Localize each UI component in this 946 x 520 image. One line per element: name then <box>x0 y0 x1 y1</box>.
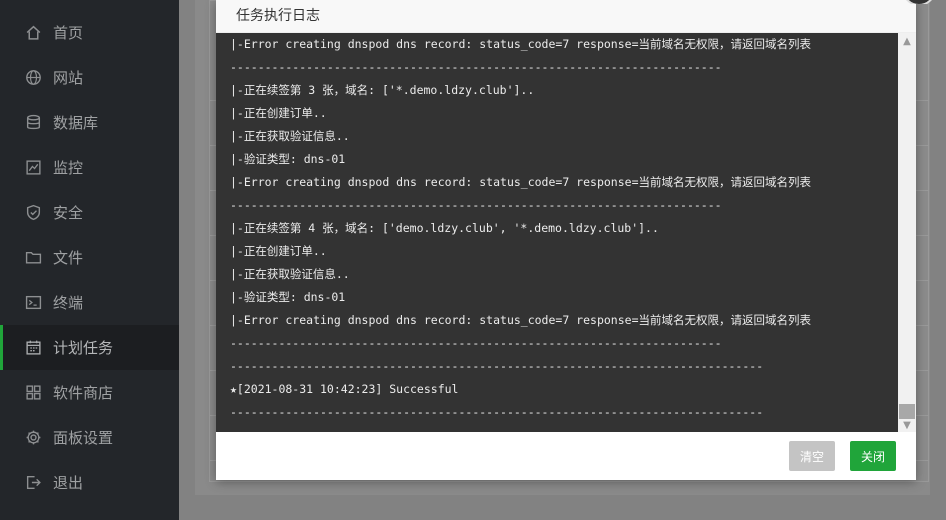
dialog-title: 任务执行日志 <box>236 8 320 24</box>
sidebar-item-label: 首页 <box>53 24 84 42</box>
log-line: |-Error creating dnspod dns record: stat… <box>230 175 811 189</box>
sidebar-item-label: 数据库 <box>53 114 99 132</box>
log-line: ----------------------------------------… <box>230 198 722 212</box>
terminal-icon <box>25 294 42 311</box>
scroll-down-arrow-icon[interactable]: ▼ <box>898 419 916 432</box>
home-icon <box>25 24 42 41</box>
log-line: |-正在续签第 4 张，域名: ['demo.ldzy.club', '*.de… <box>230 221 659 235</box>
log-line: |-正在创建订单.. <box>230 106 327 120</box>
folder-icon <box>25 249 42 266</box>
clear-button[interactable]: 清空 <box>789 441 835 471</box>
log-line: ----------------------------------------… <box>230 405 764 419</box>
sidebar-item-files[interactable]: 文件 <box>0 235 179 280</box>
sidebar-item-website[interactable]: 网站 <box>0 55 179 100</box>
log-line: |-Error creating dnspod dns record: stat… <box>230 313 811 327</box>
log-line: ----------------------------------------… <box>230 60 722 74</box>
sidebar-item-label: 网站 <box>53 69 84 87</box>
sidebar-item-settings[interactable]: 面板设置 <box>0 415 179 460</box>
sidebar-item-label: 面板设置 <box>53 429 114 447</box>
grid-icon <box>25 384 42 401</box>
dialog-header: 任务执行日志 <box>216 0 916 33</box>
task-log-dialog: 任务执行日志 |-Error creating dnspod dns recor… <box>216 0 934 480</box>
calendar-icon <box>25 339 42 356</box>
sidebar-item-label: 软件商店 <box>53 384 114 402</box>
dialog-footer: 清空 关闭 <box>216 432 916 480</box>
log-line: ----------------------------------------… <box>230 359 764 373</box>
sidebar-item-label: 退出 <box>53 474 84 492</box>
shield-icon <box>25 204 42 221</box>
sidebar-item-label: 监控 <box>53 159 84 177</box>
log-line: |-正在获取验证信息.. <box>230 129 350 143</box>
sidebar-item-store[interactable]: 软件商店 <box>0 370 179 415</box>
log-line: ----------------------------------------… <box>230 336 722 350</box>
scrollbar-thumb[interactable] <box>899 404 915 419</box>
log-line: |-验证类型: dns-01 <box>230 290 346 304</box>
sidebar-item-label: 安全 <box>53 204 84 222</box>
log-line: |-正在续签第 3 张，域名: ['*.demo.ldzy.club'].. <box>230 83 535 97</box>
scroll-up-arrow-icon[interactable]: ▲ <box>898 33 916 49</box>
log-output[interactable]: |-Error creating dnspod dns record: stat… <box>216 33 916 432</box>
log-line: |-Error creating dnspod dns record: stat… <box>230 37 811 51</box>
database-icon <box>25 114 42 131</box>
log-line: |-正在创建订单.. <box>230 244 327 258</box>
sidebar-item-home[interactable]: 首页 <box>0 10 179 55</box>
sidebar-item-security[interactable]: 安全 <box>0 190 179 235</box>
sidebar: 首页 网站 数据库 监控 安全 文件 终端 计划任务 软件商店 面板设置 退出 <box>0 0 179 520</box>
globe-icon <box>25 69 42 86</box>
gear-icon <box>25 429 42 446</box>
monitor-icon <box>25 159 42 176</box>
logout-icon <box>25 474 42 491</box>
sidebar-item-label: 计划任务 <box>53 339 114 357</box>
sidebar-item-cron[interactable]: 计划任务 <box>0 325 179 370</box>
log-line: |-正在获取验证信息.. <box>230 267 350 281</box>
sidebar-item-label: 文件 <box>53 249 84 267</box>
sidebar-item-label: 终端 <box>53 294 84 312</box>
log-line: |-验证类型: dns-01 <box>230 152 346 166</box>
sidebar-item-monitor[interactable]: 监控 <box>0 145 179 190</box>
sidebar-item-database[interactable]: 数据库 <box>0 100 179 145</box>
sidebar-item-terminal[interactable]: 终端 <box>0 280 179 325</box>
log-line: ★[2021-08-31 10:42:23] Successful <box>230 382 459 396</box>
log-scrollbar[interactable]: ▲ ▼ <box>898 33 916 432</box>
close-button[interactable]: 关闭 <box>850 441 896 471</box>
close-icon[interactable] <box>902 0 934 4</box>
sidebar-item-logout[interactable]: 退出 <box>0 460 179 505</box>
